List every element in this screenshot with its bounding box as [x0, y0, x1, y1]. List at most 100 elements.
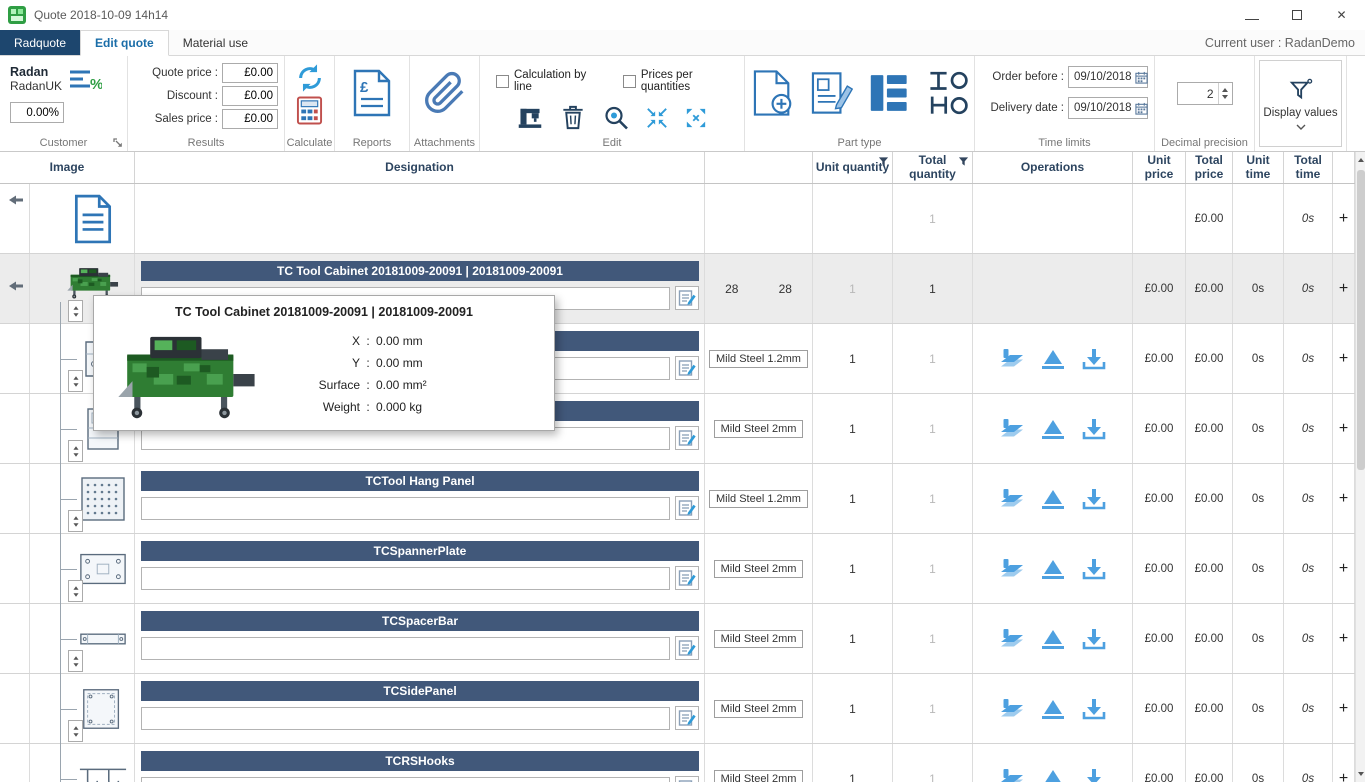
delivery-date-field[interactable]: 09/10/2018 [1068, 97, 1148, 119]
calculate-button[interactable] [291, 61, 328, 135]
part-row[interactable]: TCSpannerPlate Mild Steel 2mm 1 1 £0.00 … [0, 534, 1365, 604]
header-total-time[interactable]: Total time [1284, 152, 1333, 183]
material-chip[interactable]: Mild Steel 2mm [714, 560, 804, 578]
unit-quantity-cell[interactable]: 1 [813, 324, 893, 393]
display-values-button[interactable]: Display values [1259, 60, 1342, 147]
calendar-icon[interactable] [1135, 71, 1148, 84]
vertical-scrollbar[interactable] [1355, 152, 1365, 782]
header-total-quantity[interactable]: Total quantity [893, 152, 973, 183]
unit-quantity-cell[interactable]: 1 [813, 534, 893, 603]
image-stepper[interactable] [68, 720, 83, 742]
comment-input[interactable] [141, 497, 670, 520]
part-row[interactable]: TCSidePanel Mild Steel 2mm 1 1 £0.00 £0.… [0, 674, 1365, 744]
export-operation-icon[interactable] [1081, 697, 1107, 721]
export-operation-icon[interactable] [1081, 557, 1107, 581]
header-unit-time[interactable]: Unit time [1233, 152, 1284, 183]
tab-radquote[interactable]: Radquote [0, 30, 80, 55]
designation-bar[interactable]: TCRSHooks [141, 751, 699, 771]
add-row-button[interactable]: + [1333, 254, 1355, 323]
unit-quantity-cell[interactable]: 1 [813, 464, 893, 533]
punch-operation-icon[interactable] [999, 627, 1025, 651]
bend-operation-icon[interactable] [1040, 697, 1066, 721]
sales-price-field[interactable] [222, 109, 278, 129]
punch-operation-icon[interactable] [999, 767, 1025, 782]
punch-operation-icon[interactable] [999, 487, 1025, 511]
unit-quantity-cell[interactable]: 1 [813, 254, 893, 323]
calculation-by-line-checkbox[interactable]: Calculation by line [496, 69, 601, 93]
bend-operation-icon[interactable] [1040, 627, 1066, 651]
maximize-button[interactable] [1274, 1, 1319, 29]
material-chip[interactable]: Mild Steel 2mm [714, 700, 804, 718]
zoom-search-icon[interactable] [603, 104, 629, 131]
machine-tool-icon[interactable] [517, 104, 543, 131]
image-stepper[interactable] [68, 370, 83, 392]
bend-operation-icon[interactable] [1040, 767, 1066, 782]
prices-per-quantities-checkbox[interactable]: Prices per quantities [623, 69, 738, 93]
quote-root-row[interactable]: 1 £0.00 0s + [0, 184, 1365, 254]
comment-input[interactable] [141, 637, 670, 660]
part-row[interactable]: TCSpacerBar Mild Steel 2mm 1 1 £0.00 £0.… [0, 604, 1365, 674]
export-operation-icon[interactable] [1081, 347, 1107, 371]
checkbox-box[interactable] [496, 75, 509, 88]
calendar-icon[interactable] [1135, 102, 1148, 115]
note-button[interactable] [675, 426, 699, 450]
add-row-button[interactable]: + [1333, 464, 1355, 533]
export-operation-icon[interactable] [1081, 627, 1107, 651]
image-stepper[interactable] [68, 580, 83, 602]
note-button[interactable] [675, 776, 699, 782]
header-operations[interactable]: Operations [973, 152, 1133, 183]
expand-all-icon[interactable] [685, 107, 707, 129]
note-button[interactable] [675, 496, 699, 520]
add-row-button[interactable]: + [1333, 534, 1355, 603]
bend-operation-icon[interactable] [1040, 347, 1066, 371]
scroll-down-icon[interactable] [1356, 767, 1365, 781]
header-unit-quantity[interactable]: Unit quantity [813, 152, 893, 183]
image-stepper[interactable] [68, 300, 83, 322]
customer-discount-icon[interactable]: % [68, 67, 102, 93]
reports-button[interactable]: £ [341, 61, 403, 135]
customer-discount-field[interactable] [10, 102, 64, 123]
material-chip[interactable]: Mild Steel 2mm [714, 420, 804, 438]
note-button[interactable] [675, 566, 699, 590]
add-row-button[interactable]: + [1333, 324, 1355, 393]
material-chip[interactable]: Mild Steel 1.2mm [709, 490, 808, 508]
header-image[interactable]: Image [0, 152, 135, 183]
order-before-field[interactable]: 09/10/2018 [1068, 66, 1148, 88]
punch-operation-icon[interactable] [999, 417, 1025, 441]
designation-bar[interactable]: TCSidePanel [141, 681, 699, 701]
decimal-precision-stepper[interactable]: 2 [1177, 82, 1233, 105]
comment-input[interactable] [141, 777, 670, 782]
collapse-row-icon[interactable] [8, 194, 24, 206]
tab-material-use[interactable]: Material use [169, 30, 262, 55]
comment-input[interactable] [141, 707, 670, 730]
add-row-button[interactable]: + [1333, 604, 1355, 673]
discount-field[interactable] [222, 86, 278, 106]
designation-bar[interactable]: TCSpannerPlate [141, 541, 699, 561]
header-total-price[interactable]: Total price [1186, 152, 1233, 183]
export-operation-icon[interactable] [1081, 417, 1107, 441]
checkbox-box[interactable] [623, 75, 636, 88]
unit-quantity-cell[interactable]: 1 [813, 394, 893, 463]
close-button[interactable]: ✕ [1319, 1, 1364, 29]
header-unit-price[interactable]: Unit price [1133, 152, 1186, 183]
unit-quantity-cell[interactable]: 1 [813, 744, 893, 782]
new-part-icon[interactable] [751, 67, 794, 119]
assembly-icon[interactable] [869, 67, 908, 119]
filter-funnel-icon[interactable] [878, 156, 889, 167]
filter-funnel-icon[interactable] [958, 156, 969, 167]
attachments-button[interactable] [416, 61, 473, 135]
note-button[interactable] [675, 356, 699, 380]
bend-operation-icon[interactable] [1040, 557, 1066, 581]
header-designation[interactable]: Designation [135, 152, 705, 183]
material-chip[interactable]: Mild Steel 2mm [714, 770, 804, 782]
material-chip[interactable]: Mild Steel 1.2mm [709, 350, 808, 368]
material-chip[interactable]: Mild Steel 2mm [714, 630, 804, 648]
tab-edit-quote[interactable]: Edit quote [80, 30, 169, 56]
designation-bar[interactable]: TCTool Hang Panel [141, 471, 699, 491]
image-stepper[interactable] [68, 510, 83, 532]
note-button[interactable] [675, 286, 699, 310]
part-row[interactable]: TCTool Hang Panel Mild Steel 1.2mm 1 1 £… [0, 464, 1365, 534]
designation-bar[interactable]: TC Tool Cabinet 20181009-20091 | 2018100… [141, 261, 699, 281]
symbols-icon[interactable] [925, 67, 968, 119]
punch-operation-icon[interactable] [999, 347, 1025, 371]
